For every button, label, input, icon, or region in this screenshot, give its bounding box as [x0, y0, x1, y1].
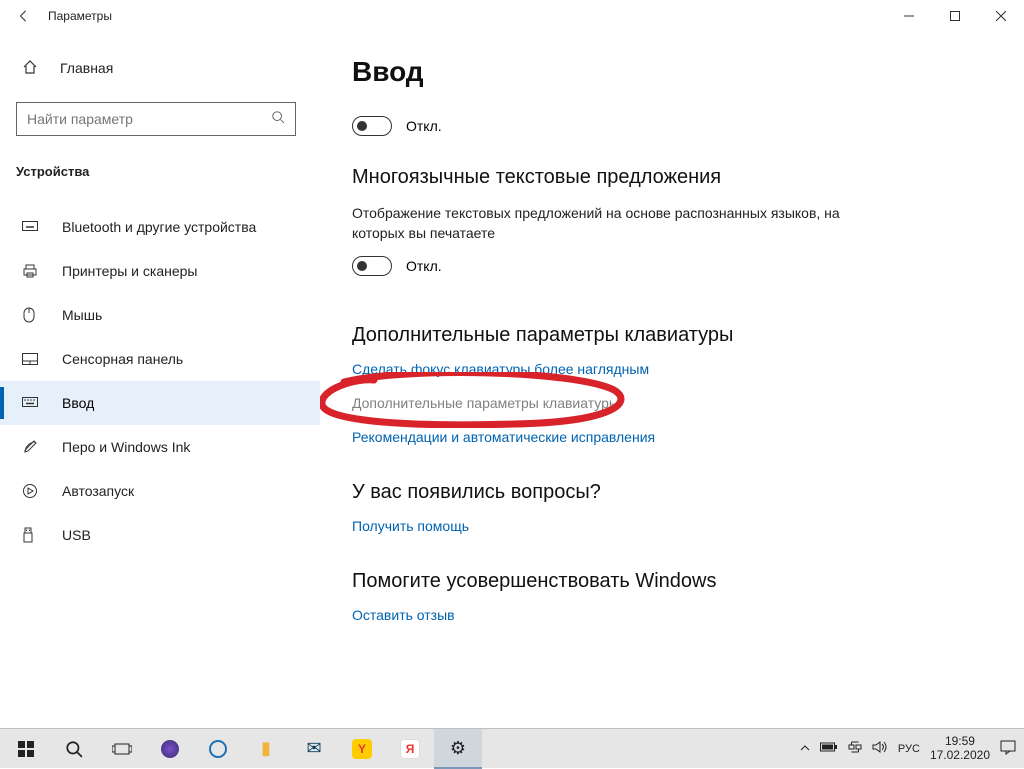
pen-icon [22, 439, 40, 455]
link-keyboard-focus[interactable]: Сделать фокус клавиатуры более наглядным [352, 361, 984, 377]
sidebar-item-typing[interactable]: Ввод [0, 381, 320, 425]
search-input-container[interactable] [16, 102, 296, 136]
tray-battery-icon[interactable] [820, 741, 838, 756]
gear-icon: ⚙ [450, 738, 466, 759]
sidebar: Главная Устройства Bluetooth и другие ус… [0, 32, 320, 728]
autoplay-icon [22, 483, 40, 499]
toggle-2[interactable] [352, 256, 392, 276]
taskbar-app-alice[interactable] [146, 729, 194, 769]
taskbar: ▮ ✉ Y Я ⚙ РУС 19:59 17.02.2020 [0, 728, 1024, 768]
tray-action-center-icon[interactable] [1000, 739, 1016, 758]
sidebar-item-usb[interactable]: USB [0, 513, 320, 557]
keyboard-icon [22, 220, 40, 234]
sidebar-item-label: Перо и Windows Ink [62, 439, 190, 455]
sidebar-item-printers[interactable]: Принтеры и сканеры [0, 249, 320, 293]
sidebar-item-touchpad[interactable]: Сенсорная панель [0, 337, 320, 381]
link-get-help[interactable]: Получить помощь [352, 518, 984, 534]
link-advanced-keyboard[interactable]: Дополнительные параметры клавиатуры [352, 395, 984, 411]
sidebar-item-label: Мышь [62, 307, 102, 323]
toggle-1[interactable] [352, 116, 392, 136]
taskbar-app-yandex2[interactable]: Я [386, 729, 434, 769]
tray-language[interactable]: РУС [898, 743, 920, 755]
content-area: Ввод Откл. Многоязычные текстовые предло… [320, 32, 1024, 728]
search-input[interactable] [27, 111, 271, 127]
page-title: Ввод [352, 56, 984, 88]
alice-icon [161, 740, 179, 758]
taskbar-app-edge[interactable] [194, 729, 242, 769]
yandex-icon: Y [352, 739, 372, 759]
sidebar-item-label: Сенсорная панель [62, 351, 183, 367]
tray-network-icon[interactable] [848, 740, 862, 757]
window-title: Параметры [48, 9, 112, 23]
mail-icon: ✉ [306, 738, 321, 759]
taskbar-app-settings[interactable]: ⚙ [434, 729, 482, 769]
sidebar-item-bluetooth[interactable]: Bluetooth и другие устройства [0, 205, 320, 249]
sidebar-home-label: Главная [60, 60, 113, 76]
touchpad-icon [22, 352, 40, 366]
tray-chevron-icon[interactable] [800, 742, 810, 756]
yandex-red-icon: Я [400, 739, 420, 759]
sidebar-item-label: Bluetooth и другие устройства [62, 219, 256, 235]
sidebar-item-pen[interactable]: Перо и Windows Ink [0, 425, 320, 469]
close-button[interactable] [978, 0, 1024, 32]
sidebar-item-label: USB [62, 527, 91, 543]
tray-datetime[interactable]: 19:59 17.02.2020 [930, 735, 990, 763]
taskbar-search[interactable] [50, 729, 98, 769]
section-multilang-heading: Многоязычные текстовые предложения [352, 166, 984, 189]
back-button[interactable] [8, 0, 40, 32]
section-multilang-desc: Отображение текстовых предложений на осн… [352, 203, 852, 244]
sidebar-item-label: Ввод [62, 395, 94, 411]
sidebar-item-label: Принтеры и сканеры [62, 263, 197, 279]
tray-volume-icon[interactable] [872, 740, 888, 757]
taskbar-app-yandex1[interactable]: Y [338, 729, 386, 769]
minimize-button[interactable] [886, 0, 932, 32]
link-recommendations[interactable]: Рекомендации и автоматические исправлени… [352, 429, 984, 445]
search-icon [271, 110, 285, 129]
usb-icon [22, 527, 40, 543]
sidebar-item-label: Автозапуск [62, 483, 134, 499]
tray-time: 19:59 [930, 735, 990, 749]
link-feedback[interactable]: Оставить отзыв [352, 607, 984, 623]
taskbar-taskview[interactable] [98, 729, 146, 769]
start-button[interactable] [2, 729, 50, 769]
section-advanced-heading: Дополнительные параметры клавиатуры [352, 324, 984, 347]
sidebar-home[interactable]: Главная [16, 48, 320, 88]
folder-icon: ▮ [261, 738, 271, 759]
typing-icon [22, 396, 40, 410]
section-questions-heading: У вас появились вопросы? [352, 481, 984, 504]
sidebar-item-mouse[interactable]: Мышь [0, 293, 320, 337]
section-improve-heading: Помогите усовершенствовать Windows [352, 570, 984, 593]
taskbar-app-explorer[interactable]: ▮ [242, 729, 290, 769]
sidebar-group-label: Устройства [16, 164, 320, 179]
printer-icon [22, 263, 40, 279]
taskbar-app-mail[interactable]: ✉ [290, 729, 338, 769]
toggle-2-label: Откл. [406, 258, 442, 274]
home-icon [22, 59, 40, 78]
sidebar-item-autoplay[interactable]: Автозапуск [0, 469, 320, 513]
edge-icon [209, 740, 227, 758]
maximize-button[interactable] [932, 0, 978, 32]
tray-date: 17.02.2020 [930, 749, 990, 763]
mouse-icon [22, 307, 40, 323]
toggle-1-label: Откл. [406, 118, 442, 134]
